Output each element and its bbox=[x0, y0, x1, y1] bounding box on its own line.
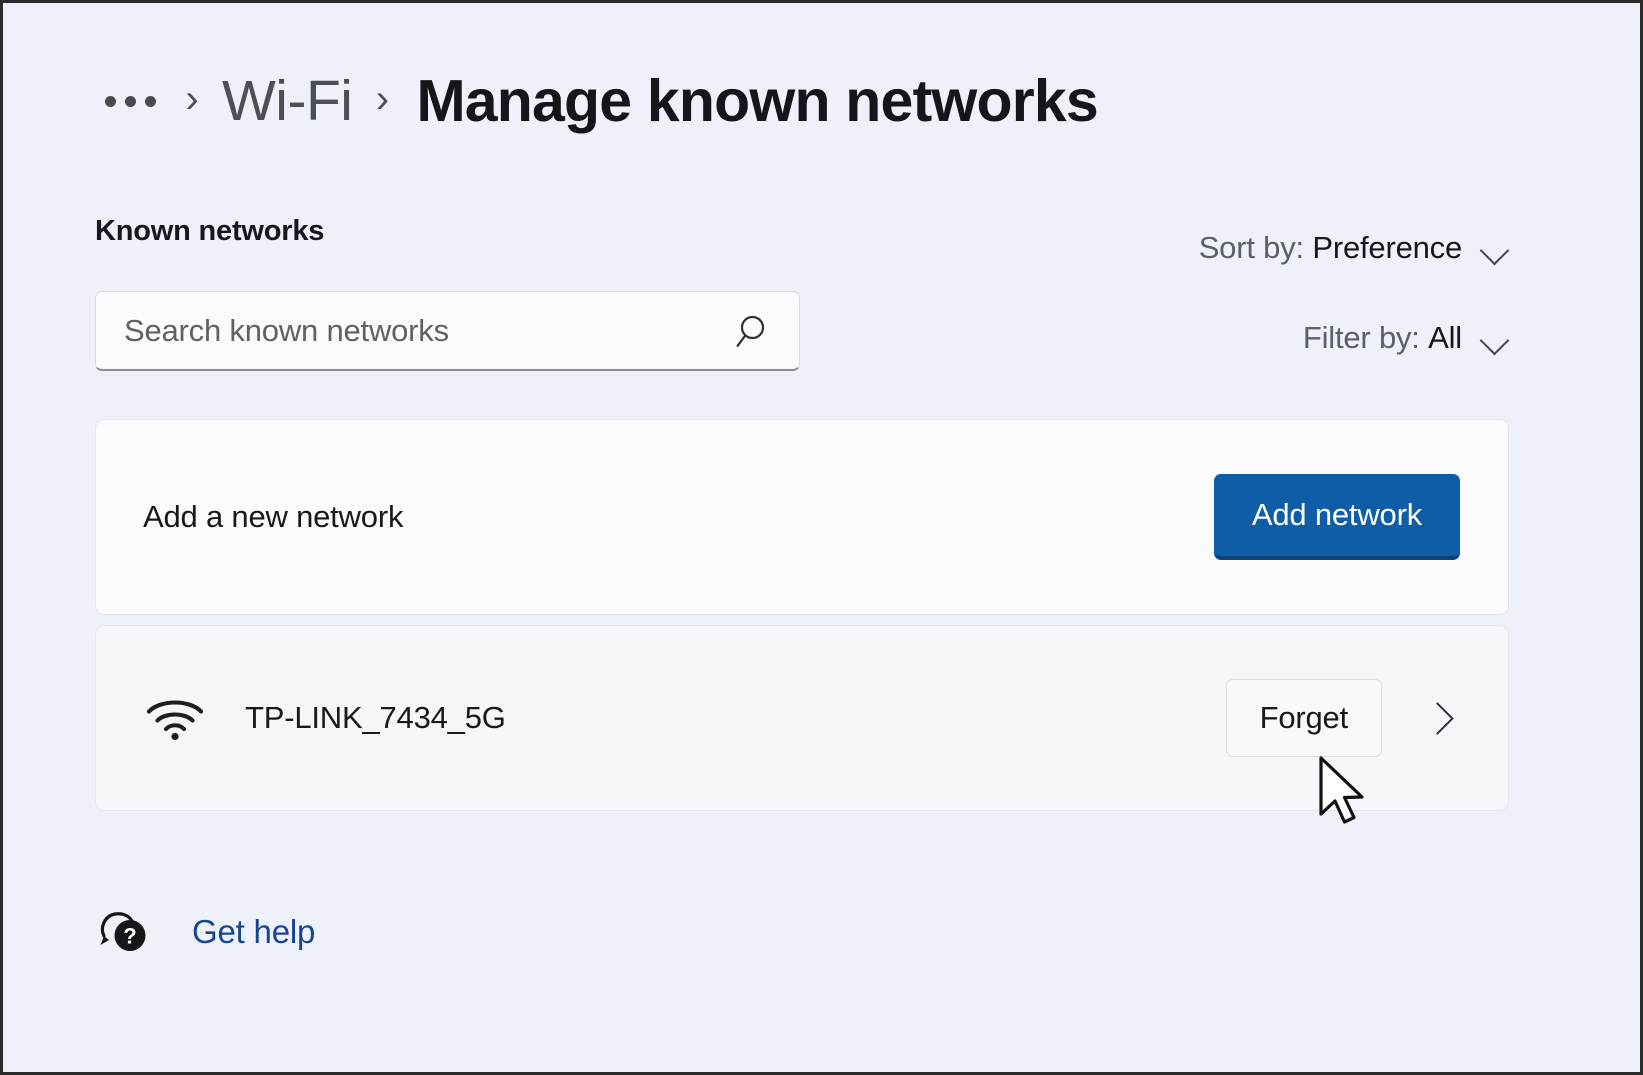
search-input[interactable] bbox=[124, 312, 733, 349]
get-help-row[interactable]: ? Get help bbox=[95, 901, 315, 963]
wifi-icon bbox=[143, 686, 207, 750]
settings-window: › Wi-Fi › Manage known networks Known ne… bbox=[0, 0, 1643, 1075]
sort-by-value: Preference bbox=[1312, 230, 1462, 265]
filter-by-dropdown[interactable]: Filter by: All bbox=[1303, 320, 1512, 356]
section-heading: Known networks bbox=[95, 215, 325, 247]
get-help-link[interactable]: Get help bbox=[192, 913, 315, 951]
chevron-right-icon[interactable] bbox=[1416, 698, 1456, 738]
breadcrumb-separator-icon: › bbox=[375, 77, 390, 121]
sort-by-dropdown[interactable]: Sort by: Preference bbox=[1199, 230, 1512, 266]
forget-button[interactable]: Forget bbox=[1225, 679, 1382, 757]
ellipsis-dot-icon bbox=[125, 95, 136, 107]
breadcrumb-item-wifi[interactable]: Wi-Fi bbox=[222, 72, 353, 130]
ellipsis-dot-icon bbox=[145, 95, 156, 107]
add-network-label: Add a new network bbox=[143, 499, 404, 534]
filter-by-prefix: Filter by: bbox=[1302, 320, 1420, 355]
network-row[interactable]: TP-LINK_7434_5G Forget bbox=[95, 625, 1509, 811]
chevron-down-icon bbox=[1478, 321, 1512, 355]
search-known-networks-box[interactable] bbox=[95, 291, 800, 371]
breadcrumb-separator-icon: › bbox=[185, 77, 199, 121]
ellipsis-dot-icon bbox=[105, 95, 116, 107]
sort-by-text: Sort by: Preference bbox=[1199, 230, 1462, 266]
page-title: Manage known networks bbox=[416, 67, 1098, 134]
breadcrumb-overflow-button[interactable] bbox=[99, 88, 162, 115]
network-name: TP-LINK_7434_5G bbox=[245, 700, 506, 735]
help-question-bubble-icon: ? bbox=[95, 901, 157, 963]
add-network-card: Add a new network Add network bbox=[95, 419, 1509, 615]
breadcrumb: › Wi-Fi › Manage known networks bbox=[99, 51, 1099, 151]
filter-by-value: All bbox=[1428, 320, 1462, 355]
chevron-down-icon bbox=[1478, 231, 1512, 265]
search-icon[interactable] bbox=[733, 309, 777, 353]
filter-by-text: Filter by: All bbox=[1303, 320, 1462, 356]
svg-text:?: ? bbox=[123, 924, 136, 949]
add-network-button[interactable]: Add network bbox=[1213, 474, 1460, 560]
sort-by-prefix: Sort by: bbox=[1198, 230, 1304, 265]
